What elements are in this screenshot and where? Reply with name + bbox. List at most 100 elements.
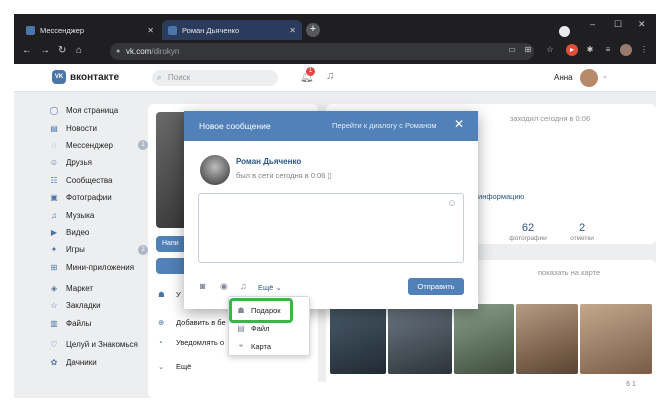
tags-count[interactable]: 2	[552, 222, 612, 234]
scroll-chip[interactable]: 6 1	[618, 378, 644, 392]
vk-header: VK вконтакте ⌕ Поиск 🔔︎ 1 ♫ Анна ⌄	[14, 64, 656, 92]
sidebar-item[interactable]: ⊞ Мини-приложения	[48, 259, 148, 276]
extension-icon[interactable]: ▸	[566, 44, 578, 56]
sidebar-item-label: Фотографии	[66, 193, 112, 203]
bookmark-icon: ☆	[50, 301, 58, 311]
garden-app-icon: ✿	[50, 357, 58, 367]
sidebar-item[interactable]: ♡ Целуй и Знакомься	[48, 336, 148, 353]
menu-dots-icon[interactable]: ⋮	[638, 44, 650, 56]
emoji-icon[interactable]: ☺	[447, 198, 457, 209]
friends-icon: ☺	[49, 158, 59, 168]
modal-header: Новое сообщение Перейти к диалогу с Рома…	[184, 111, 478, 141]
chevron-down-icon: ⌄	[275, 283, 282, 292]
photo-thumb[interactable]	[388, 304, 452, 374]
window-close-button[interactable]: ✕	[638, 19, 646, 30]
photo-thumb[interactable]	[330, 304, 386, 374]
tab-messenger[interactable]: Мессенджер ✕	[20, 20, 160, 40]
sidebar-item-label: Целуй и Знакомься	[66, 340, 138, 350]
add-friend-row[interactable]: ⊕ Добавить в бе	[158, 318, 226, 327]
reload-icon[interactable]: ↻	[58, 45, 66, 56]
photo-thumb[interactable]	[580, 304, 652, 374]
photos-count[interactable]: 62	[498, 222, 558, 234]
sidebar-item[interactable]: ◌ Мессенджер 1	[48, 137, 148, 154]
more-row[interactable]: ⌄ Ещё	[158, 362, 191, 371]
sidebar-item[interactable]: ◈ Маркет	[48, 280, 148, 297]
vk-favicon-icon	[26, 25, 35, 35]
sidebar-item[interactable]: ☷ Сообщества	[48, 172, 148, 189]
user-name[interactable]: Анна	[554, 73, 573, 82]
sidebar-item-label: Файлы	[66, 318, 92, 328]
message-textarea[interactable]: ☺	[198, 193, 464, 263]
sidebar-item-label: Друзья	[66, 158, 92, 168]
star-icon[interactable]: ☆	[544, 44, 556, 56]
playlist-icon[interactable]: ≡	[602, 44, 614, 56]
gift-row[interactable]: ☗ У	[158, 290, 181, 299]
recipient-avatar[interactable]	[200, 155, 230, 185]
chevron-down-icon: ⌄	[158, 362, 165, 371]
lock-icon: ●	[116, 48, 121, 55]
tags-label: отметки	[570, 235, 594, 242]
search-input[interactable]: ⌕ Поиск	[152, 70, 278, 86]
music-icon[interactable]: ♫	[326, 70, 334, 82]
photos-label: фотографии	[509, 235, 547, 242]
sidebar-item-label: Мини-приложения	[66, 262, 135, 272]
send-button[interactable]: Отправить	[408, 278, 464, 295]
recipient-name[interactable]: Роман Дьяченко	[236, 157, 301, 166]
home-icon[interactable]: ⌂	[76, 45, 82, 56]
minimize-button[interactable]: –	[590, 19, 595, 29]
photo-icon: ▣	[50, 193, 58, 203]
sidebar-item[interactable]: ▤ Новости	[48, 119, 148, 136]
forward-icon[interactable]: →	[40, 45, 50, 56]
sidebar-item[interactable]: ♫ Музыка	[48, 206, 148, 223]
photo-thumb[interactable]	[516, 304, 578, 374]
cast-icon[interactable]: ▭	[506, 44, 518, 56]
dropdown-item-map[interactable]: ⌖ Карта	[235, 339, 271, 353]
show-on-map-link[interactable]: показать на карте	[538, 268, 600, 277]
new-tab-button[interactable]: +	[306, 23, 320, 37]
dropdown-item-label: Карта	[251, 341, 272, 351]
photo-thumb[interactable]	[454, 304, 514, 374]
notifications-bell-icon[interactable]: 🔔︎ 1	[300, 67, 315, 83]
info-link[interactable]: информацию	[478, 192, 524, 201]
vk-logo[interactable]: VK вконтакте	[52, 70, 119, 84]
news-icon: ▤	[50, 123, 58, 133]
puzzle-icon[interactable]: ✱	[584, 44, 596, 56]
last-seen-text: заходил сегодня в 0:06	[510, 114, 591, 123]
sidebar-item[interactable]: ◯ Моя страница	[48, 102, 148, 119]
sidebar-item[interactable]: ▥ Файлы	[48, 315, 148, 332]
sidebar-item[interactable]: ✦ Игры 2	[48, 241, 148, 258]
user-avatar[interactable]	[580, 69, 598, 87]
tab-roman[interactable]: Роман Дьяченко ✕	[162, 20, 302, 40]
sidebar-item[interactable]: ☆ Закладки	[48, 297, 148, 314]
new-message-modal: Новое сообщение Перейти к диалогу с Рома…	[184, 111, 478, 309]
video-icon[interactable]: ◉	[220, 281, 228, 292]
translate-icon[interactable]: ⊞	[522, 44, 534, 56]
search-placeholder: Поиск	[168, 73, 191, 82]
apps-icon: ⊞	[50, 262, 58, 272]
profile-avatar-icon[interactable]	[620, 44, 632, 56]
dropdown-item-file[interactable]: ▤ Файл	[235, 321, 269, 335]
close-icon[interactable]: ✕	[454, 117, 464, 131]
modal-title: Новое сообщение	[199, 121, 271, 131]
profile-circle-icon[interactable]	[559, 26, 570, 37]
chevron-down-icon[interactable]: ⌄	[602, 72, 608, 80]
sidebar-item[interactable]: ☺ Друзья	[48, 154, 148, 171]
sidebar-item[interactable]: ▣ Фотографии	[48, 189, 148, 206]
notifications-badge: 1	[306, 67, 315, 76]
close-icon[interactable]: ✕	[289, 26, 296, 35]
camera-icon[interactable]: ◙	[200, 281, 205, 291]
sidebar-item[interactable]: ✿ Дачники	[48, 353, 148, 370]
sidebar-item[interactable]: ▶ Видео	[48, 224, 148, 241]
more-attachments-button[interactable]: Ещё ⌄	[258, 283, 282, 292]
notify-row[interactable]: ◔ Уведомлять о	[158, 338, 224, 347]
add-friend-icon: ⊕	[158, 318, 165, 327]
back-icon[interactable]: ←	[22, 45, 32, 56]
music-icon[interactable]: ♫	[240, 281, 247, 291]
address-bar[interactable]: ● vk.com/dirokyn	[110, 43, 534, 60]
close-icon[interactable]: ✕	[147, 26, 154, 35]
sidebar-item-label: Маркет	[66, 284, 94, 294]
maximize-button[interactable]: ☐	[614, 19, 622, 30]
gift-row-label: У	[176, 290, 181, 299]
go-to-dialog-link[interactable]: Перейти к диалогу с Романом	[332, 121, 437, 130]
music-icon: ♫	[51, 210, 57, 220]
